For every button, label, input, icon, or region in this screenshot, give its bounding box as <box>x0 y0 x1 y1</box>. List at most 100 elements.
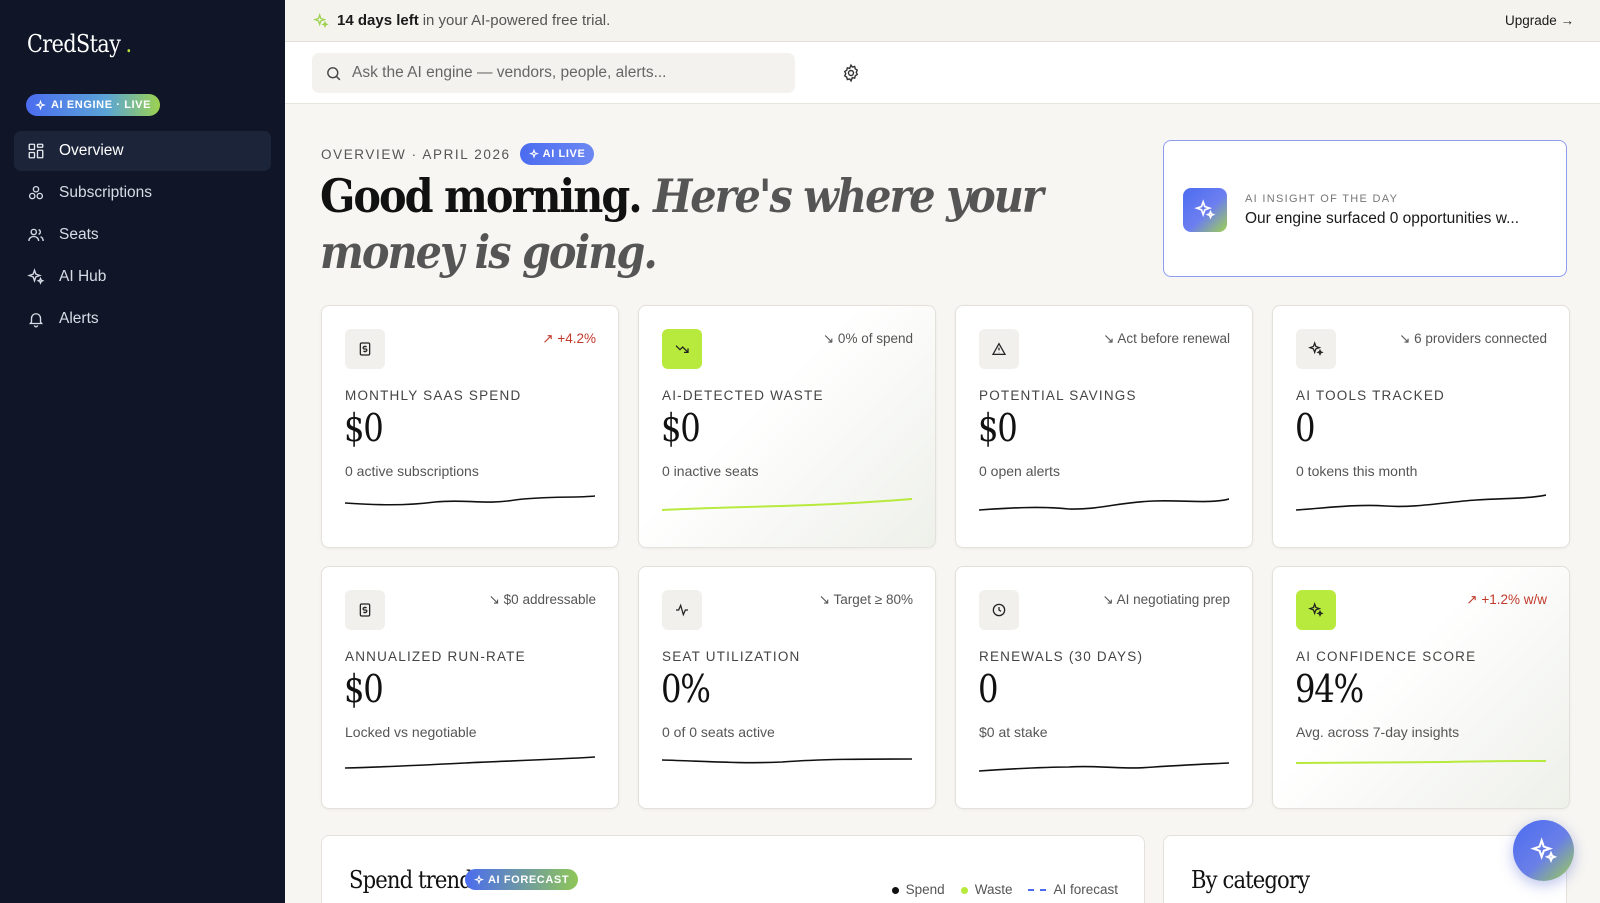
metric-subtext: 0 inactive seats <box>662 463 759 479</box>
metric-card-monthly-saas-spend[interactable]: ↗ +4.2% MONTHLY SAAS SPEND $0 0 active subs… <box>321 305 619 548</box>
dollar-icon <box>359 603 371 617</box>
legend-label: Spend <box>905 882 945 897</box>
metric-value: $0 <box>344 667 384 711</box>
metric-value: 0% <box>661 667 711 711</box>
dollar-icon <box>359 342 371 356</box>
sidebar-item-label: Alerts <box>59 310 99 327</box>
metric-delta: ↘ Target ≥ 80% <box>818 592 913 607</box>
legend-label: Waste <box>974 882 1013 897</box>
ai-assistant-button[interactable] <box>1513 820 1574 881</box>
metric-label: SEAT UTILIZATION <box>662 649 801 664</box>
insight-text: Our engine surfaced 0 opportunities w... <box>1245 210 1519 227</box>
metric-delta: ↗ +4.2% <box>542 331 596 346</box>
metric-label: MONTHLY SAAS SPEND <box>345 388 522 403</box>
insight-kicker: AI INSIGHT OF THE DAY <box>1245 193 1399 205</box>
page-title: Good morning. Here's where your money is… <box>320 168 1058 280</box>
greeting-text: Good morning. <box>320 169 643 223</box>
upgrade-link[interactable]: Upgrade → <box>1505 13 1574 28</box>
brand-name: CredStay <box>27 30 121 58</box>
sparkle-icon <box>1308 341 1324 356</box>
metric-sparkline <box>979 762 1229 772</box>
metric-sparkline <box>1296 494 1546 511</box>
metric-delta: ↘ Act before renewal <box>1103 331 1230 346</box>
metric-card-annualized-run-rate[interactable]: ↘ $0 addressable ANNUALIZED RUN-RATE $0 Loc… <box>321 566 619 809</box>
search-box[interactable] <box>312 53 795 93</box>
metric-sparkline <box>979 498 1229 511</box>
metric-card-potential-savings[interactable]: ↘ Act before renewal POTENTIAL SAVINGS $0 0… <box>955 305 1253 548</box>
search-icon <box>327 66 341 80</box>
metric-label: ANNUALIZED RUN-RATE <box>345 649 526 664</box>
metric-icon-tile <box>345 590 385 630</box>
metric-delta: ↘ 0% of spend <box>822 331 913 346</box>
insight-icon-tile <box>1183 188 1227 232</box>
metric-card-seat-utilization[interactable]: ↘ Target ≥ 80% SEAT UTILIZATION 0% 0 of 0 s… <box>638 566 936 809</box>
metric-delta: ↗ +1.2% w/w <box>1466 592 1547 607</box>
ai-engine-badge-label: AI ENGINE · LIVE <box>51 99 152 111</box>
brand-logo[interactable]: CredStay. <box>27 30 132 58</box>
metric-label: AI TOOLS TRACKED <box>1296 388 1445 403</box>
metric-value: $0 <box>978 406 1018 450</box>
metric-subtext: Locked vs negotiable <box>345 724 477 740</box>
metric-card-ai-confidence-score[interactable]: ↗ +1.2% w/w AI CONFIDENCE SCORE 94% Avg. ac… <box>1272 566 1570 809</box>
sidebar-item-label: Seats <box>59 226 99 243</box>
metric-subtext: 0 active subscriptions <box>345 463 479 479</box>
by-category-title: By category <box>1191 866 1310 894</box>
spend-trend-title: Spend trend <box>349 866 473 894</box>
ai-live-label: AI LIVE <box>542 148 586 160</box>
sidebar-item-label: Overview <box>59 142 124 159</box>
metric-icon-tile <box>1296 329 1336 369</box>
sidebar-item-ai-hub[interactable]: AI Hub <box>14 257 271 297</box>
ai-forecast-badge: AI FORECAST <box>465 869 579 890</box>
trial-text: in your AI-powered free trial. <box>422 12 611 29</box>
ai-insight-card[interactable]: AI INSIGHT OF THE DAY Our engine surface… <box>1163 140 1567 277</box>
page-eyebrow: OVERVIEW · APRIL 2026 AI LIVE <box>321 143 595 165</box>
metric-label: AI-DETECTED WASTE <box>662 388 824 403</box>
sidebar: CredStay. AI ENGINE · LIVE Overview Subs… <box>0 0 285 903</box>
metric-icon-tile <box>662 590 702 630</box>
sidebar-item-subscriptions[interactable]: Subscriptions <box>14 173 271 213</box>
metric-value: 0 <box>978 667 999 711</box>
legend-spend: Spend <box>891 882 945 897</box>
chart-legend: Spend Waste AI forecast <box>891 882 1118 897</box>
metric-value: $0 <box>344 406 384 450</box>
trial-days: 14 days left <box>337 12 419 29</box>
sidebar-item-alerts[interactable]: Alerts <box>14 299 271 339</box>
sparkle-icon <box>35 99 46 110</box>
trial-banner: 14 days left in your AI-powered free tri… <box>285 0 1600 42</box>
metric-delta: ↘ 6 providers connected <box>1399 331 1547 346</box>
warning-icon <box>991 342 1007 355</box>
sparkle-icon <box>1194 199 1216 220</box>
ai-engine-badge: AI ENGINE · LIVE <box>26 94 161 116</box>
grid-icon <box>28 143 44 159</box>
pulse-icon <box>676 603 688 617</box>
metric-subtext: 0 of 0 seats active <box>662 724 775 740</box>
sidebar-nav: Overview Subscriptions Seats AI Hub Aler… <box>14 131 271 341</box>
legend-swatch <box>891 886 899 894</box>
brand-dot: . <box>125 30 133 58</box>
legend-waste: Waste <box>960 882 1013 897</box>
metric-value: $0 <box>661 406 701 450</box>
sidebar-item-seats[interactable]: Seats <box>14 215 271 255</box>
eyebrow-text: OVERVIEW · APRIL 2026 <box>321 146 511 162</box>
metric-delta: ↘ $0 addressable <box>488 592 596 607</box>
metric-label: AI CONFIDENCE SCORE <box>1296 649 1477 664</box>
metric-icon-tile <box>345 329 385 369</box>
search-input[interactable] <box>352 64 782 82</box>
metric-delta: ↘ AI negotiating prep <box>1102 592 1230 607</box>
metric-label: RENEWALS (30 DAYS) <box>979 649 1144 664</box>
by-category-panel: By category <box>1163 835 1567 903</box>
metric-card-ai-tools-tracked[interactable]: ↘ 6 providers connected AI TOOLS TRACKED 0… <box>1272 305 1570 548</box>
metric-card-renewals-30-days[interactable]: ↘ AI negotiating prep RENEWALS (30 DAYS) 0… <box>955 566 1253 809</box>
sidebar-item-label: AI Hub <box>59 268 107 285</box>
legend-swatch <box>1028 889 1047 892</box>
sparkle-icon <box>27 268 45 285</box>
sparkle-icon <box>528 149 539 159</box>
legend-swatch <box>960 886 968 894</box>
metric-sparkline <box>345 756 595 769</box>
metric-icon-tile <box>662 329 702 369</box>
sidebar-item-overview[interactable]: Overview <box>14 131 271 171</box>
metric-card-ai-detected-waste[interactable]: ↘ 0% of spend AI-DETECTED WASTE $0 0 inacti… <box>638 305 936 548</box>
metric-icon-tile <box>1296 590 1336 630</box>
sparkle-icon <box>474 874 484 885</box>
gear-icon[interactable] <box>841 63 861 83</box>
